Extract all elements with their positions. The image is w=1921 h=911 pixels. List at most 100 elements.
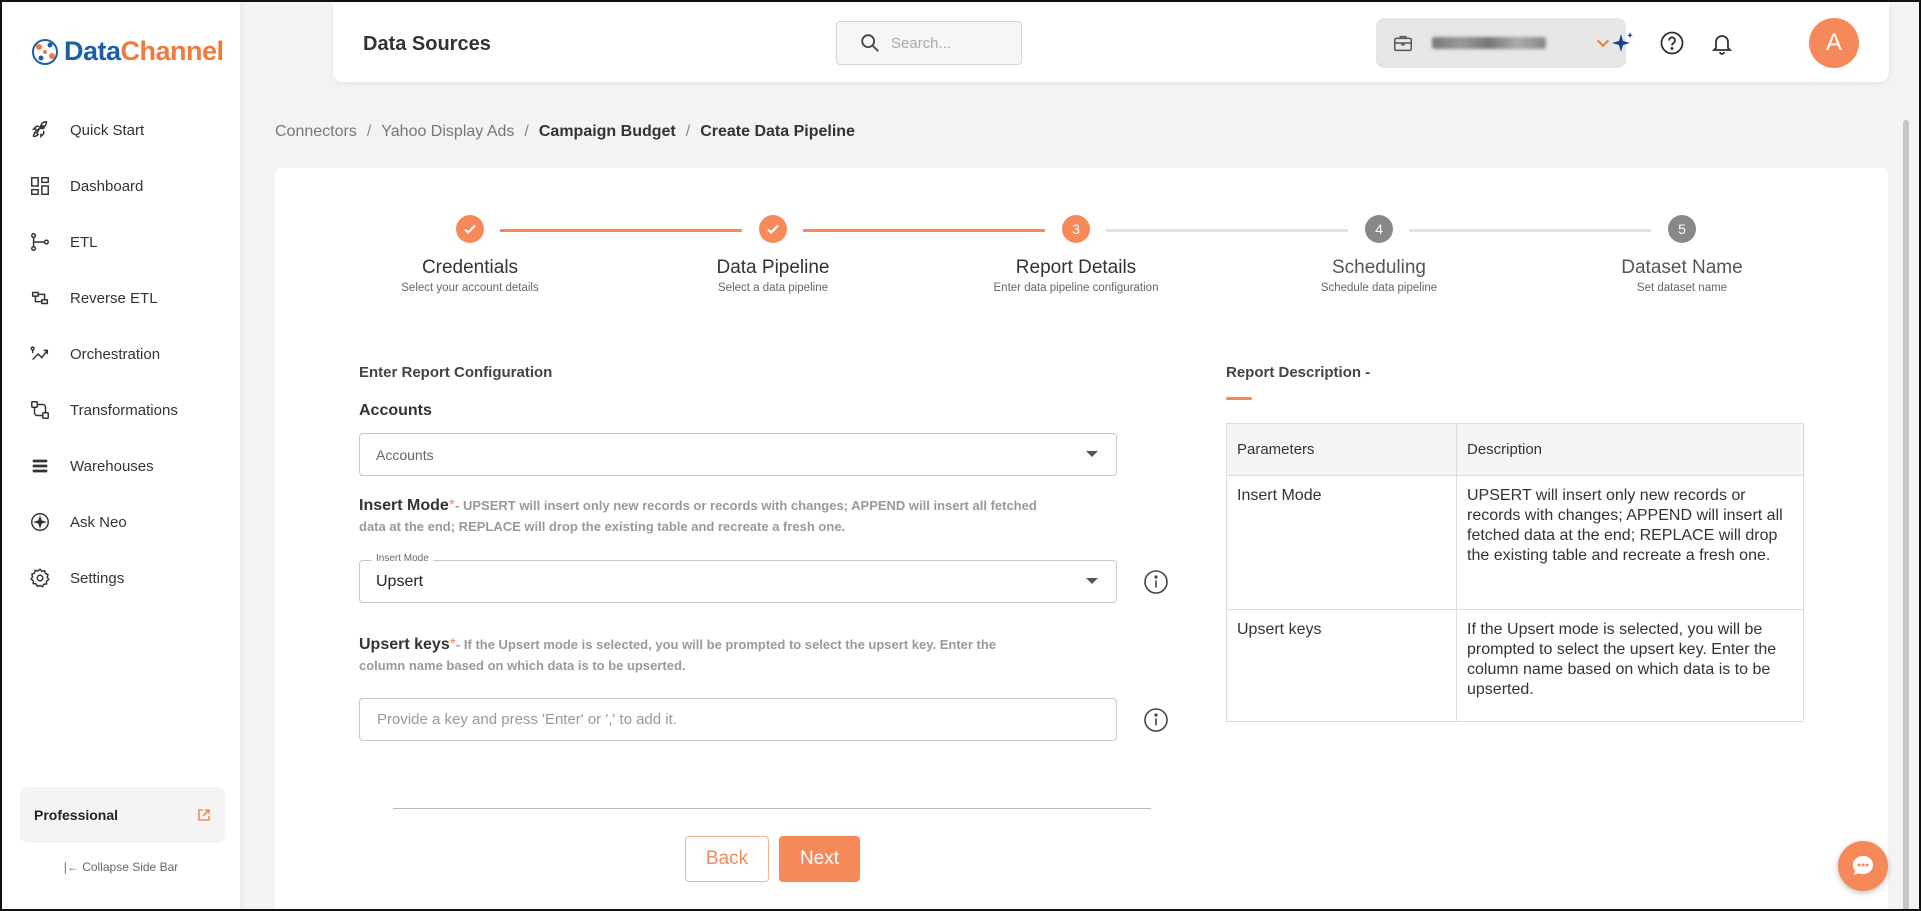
upsert-keys-label: Upsert keys <box>359 636 450 653</box>
column-header-description: Description <box>1456 423 1804 476</box>
accounts-placeholder: Accounts <box>376 446 434 463</box>
check-icon <box>464 224 476 235</box>
search-box[interactable] <box>836 21 1022 65</box>
step-subtitle: Set dataset name <box>1636 282 1728 294</box>
title-underline <box>1226 397 1252 400</box>
step-number-badge: 4 <box>1365 215 1393 243</box>
insert-mode-float-label: Insert Mode <box>372 553 433 564</box>
step-title: Scheduling <box>1331 257 1427 278</box>
step-number-badge: 3 <box>1062 215 1090 243</box>
chat-bubble-icon <box>1853 856 1873 875</box>
step-subtitle: Schedule data pipeline <box>1320 282 1438 294</box>
collapse-sidebar-button[interactable]: |← Collapse Side Bar <box>2 860 240 874</box>
breadcrumb-connectors[interactable]: Connectors <box>275 123 357 141</box>
plan-card[interactable]: Professional <box>20 787 225 843</box>
step-title: Data Pipeline <box>716 257 830 278</box>
table-row: Upsert keys If the Upsert mode is select… <box>1226 609 1804 722</box>
table-row: Insert Mode UPSERT will insert only new … <box>1226 475 1804 610</box>
sidebar-nav: Quick Start Dashboard ETL Reverse ETL Or… <box>2 102 240 606</box>
step-done-marker <box>759 215 787 243</box>
sidebar: DataChannel Quick Start Dashboard ETL Re… <box>2 2 240 909</box>
step-credentials[interactable]: Credentials Select your account details <box>350 215 590 294</box>
page-scrollbar[interactable] <box>1903 120 1909 911</box>
breadcrumb-yahoo-display-ads[interactable]: Yahoo Display Ads <box>381 123 514 141</box>
step-done-marker <box>456 215 484 243</box>
breadcrumb-campaign-budget[interactable]: Campaign Budget <box>539 123 676 141</box>
sidebar-item-label: Orchestration <box>70 345 161 363</box>
insert-mode-label: Insert Mode <box>359 497 449 514</box>
step-number-badge: 5 <box>1668 215 1696 243</box>
form-divider <box>393 808 1151 809</box>
dropdown-caret-icon <box>1086 451 1098 457</box>
upsert-keys-input[interactable] <box>359 698 1117 741</box>
sidebar-item-label: Settings <box>70 569 125 587</box>
pipeline-form-card: Credentials Select your account details … <box>275 168 1888 911</box>
insert-mode-value: Upsert <box>376 572 424 590</box>
sidebar-item-warehouses[interactable]: Warehouses <box>2 438 240 494</box>
breadcrumb-separator: / <box>366 123 372 140</box>
help-icon[interactable] <box>1659 30 1685 56</box>
step-title: Dataset Name <box>1621 257 1743 278</box>
column-header-parameters: Parameters <box>1226 423 1457 476</box>
step-dataset-name[interactable]: 5 Dataset Name Set dataset name <box>1562 215 1802 294</box>
description-cell: UPSERT will insert only new records or r… <box>1456 475 1804 610</box>
param-cell: Insert Mode <box>1226 475 1457 610</box>
insert-mode-select[interactable]: Insert Mode Upsert <box>359 553 1117 603</box>
briefcase-icon <box>1394 35 1412 52</box>
settings-icon <box>28 566 52 590</box>
sidebar-item-label: Warehouses <box>70 457 154 475</box>
logo-mark-icon <box>32 38 58 65</box>
param-cell: Upsert keys <box>1226 609 1457 722</box>
step-report-details[interactable]: 3 Report Details Enter data pipeline con… <box>956 215 1196 294</box>
sidebar-item-orchestration[interactable]: Orchestration <box>2 326 240 382</box>
logo[interactable]: DataChannel <box>30 36 224 67</box>
collapse-icon: |← <box>63 860 83 874</box>
section-title: Enter Report Configuration <box>359 364 553 381</box>
description-cell: If the Upsert mode is selected, you will… <box>1456 609 1804 722</box>
step-subtitle: Select your account details <box>401 282 539 294</box>
orchestration-icon <box>28 342 52 366</box>
sidebar-item-label: Quick Start <box>70 121 145 139</box>
warehouses-icon <box>28 454 52 478</box>
workspace-selector[interactable] <box>1376 18 1626 68</box>
insert-mode-label-block: Insert Mode*- UPSERT will insert only ne… <box>359 495 1039 537</box>
etl-icon <box>28 230 52 254</box>
sidebar-item-label: ETL <box>70 233 98 251</box>
search-input[interactable] <box>891 34 1011 52</box>
step-subtitle: Select a data pipeline <box>718 282 828 294</box>
reverse-etl-icon <box>28 286 52 310</box>
external-link-icon[interactable] <box>197 808 211 822</box>
sidebar-item-reverse-etl[interactable]: Reverse ETL <box>2 270 240 326</box>
bell-icon[interactable] <box>1709 30 1735 56</box>
breadcrumb-separator: / <box>685 123 691 140</box>
info-icon[interactable] <box>1143 569 1169 595</box>
plan-name: Professional <box>34 807 119 823</box>
accounts-select[interactable]: Accounts <box>359 433 1117 476</box>
sidebar-item-etl[interactable]: ETL <box>2 214 240 270</box>
info-icon[interactable] <box>1143 707 1169 733</box>
workspace-name-redacted <box>1432 37 1546 49</box>
sparkle-ai-icon[interactable] <box>1610 30 1636 56</box>
step-scheduling[interactable]: 4 Scheduling Schedule data pipeline <box>1259 215 1499 294</box>
step-title: Report Details <box>1015 257 1137 278</box>
next-button[interactable]: Next <box>779 836 860 882</box>
insert-mode-hint: - UPSERT will insert only new records or… <box>359 498 1037 534</box>
sidebar-item-transformations[interactable]: Transformations <box>2 382 240 438</box>
sidebar-item-label: Ask Neo <box>70 513 127 531</box>
back-button[interactable]: Back <box>685 836 769 882</box>
sidebar-item-dashboard[interactable]: Dashboard <box>2 158 240 214</box>
sidebar-item-label: Dashboard <box>70 177 144 195</box>
step-data-pipeline[interactable]: Data Pipeline Select a data pipeline <box>653 215 893 294</box>
user-avatar[interactable]: A <box>1809 18 1859 68</box>
collapse-label: Collapse Side Bar <box>82 860 179 874</box>
table-header-row: Parameters Description <box>1226 423 1804 476</box>
sidebar-item-ask-neo[interactable]: Ask Neo <box>2 494 240 550</box>
sidebar-item-label: Transformations <box>70 401 178 419</box>
page-title: Data Sources <box>363 33 491 55</box>
chat-launcher-button[interactable] <box>1838 841 1888 891</box>
dashboard-icon <box>28 174 52 198</box>
sidebar-item-settings[interactable]: Settings <box>2 550 240 606</box>
logo-text: DataChannel <box>64 36 224 66</box>
report-description-title: Report Description - <box>1226 364 1371 381</box>
sidebar-item-quick-start[interactable]: Quick Start <box>2 102 240 158</box>
